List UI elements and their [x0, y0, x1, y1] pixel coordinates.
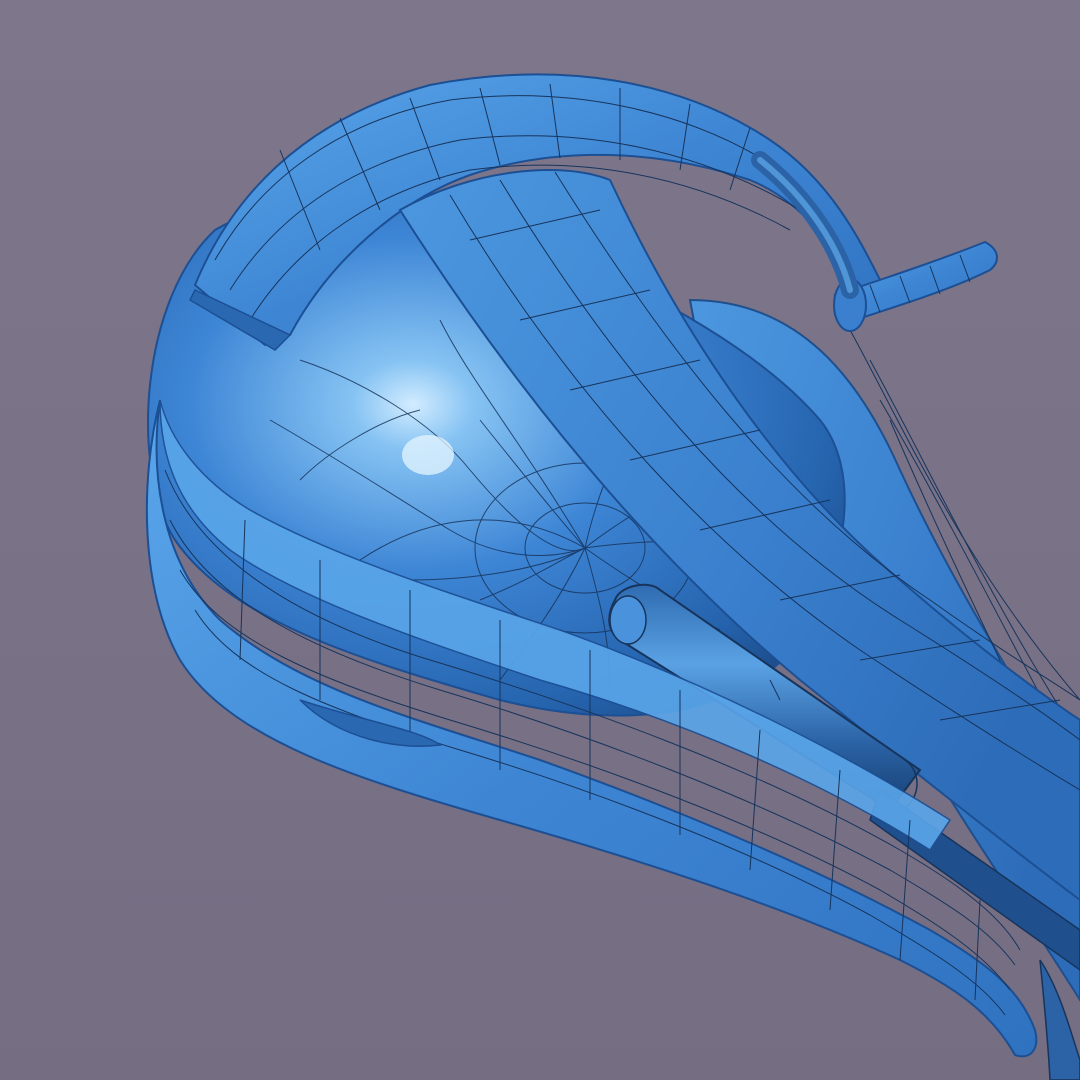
specular-highlight [402, 435, 454, 475]
render-canvas [0, 0, 1080, 1080]
model-viewport[interactable] [0, 0, 1080, 1080]
